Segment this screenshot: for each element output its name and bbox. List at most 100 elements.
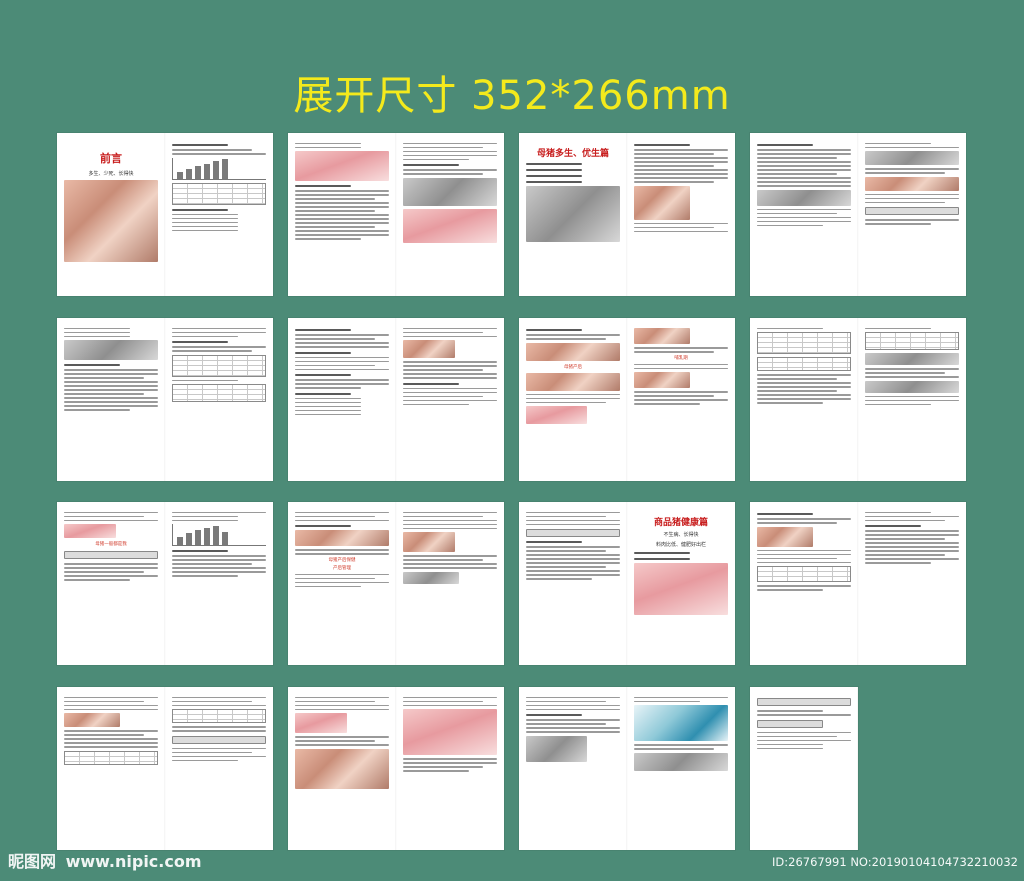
page-left xyxy=(519,502,627,665)
table-image xyxy=(757,566,851,582)
photo-strip xyxy=(865,151,959,165)
page-right xyxy=(396,318,504,481)
page-right xyxy=(858,502,966,665)
photo-strip xyxy=(865,353,959,365)
photo xyxy=(403,571,460,584)
spread-1[interactable]: 前言 多生、少死、长得快 xyxy=(57,133,273,296)
page-right xyxy=(165,502,273,665)
piglet-photo xyxy=(403,208,497,243)
page-left xyxy=(750,133,858,296)
page-left: 母猪产后 xyxy=(519,318,627,481)
page-single xyxy=(750,687,858,850)
photo-strip xyxy=(526,372,620,391)
flow-diagram xyxy=(526,529,620,537)
hog-section-title: 商品猪健康篇 xyxy=(653,518,708,528)
page-left xyxy=(750,502,858,665)
photo xyxy=(526,406,588,424)
page-text xyxy=(165,133,273,296)
page-right: 哺乳期 xyxy=(627,318,735,481)
photo xyxy=(634,752,728,771)
pig-photo xyxy=(64,180,158,262)
table-image xyxy=(757,357,851,371)
preface-title: 前言 xyxy=(100,152,122,165)
page-right xyxy=(165,687,273,850)
label-a: 母猪产后保健 xyxy=(328,558,356,563)
piglet-photo xyxy=(403,177,497,206)
spread-4[interactable] xyxy=(750,133,966,296)
spread-16[interactable] xyxy=(750,687,858,850)
table-image xyxy=(172,354,266,377)
photo-strip xyxy=(64,340,158,360)
page-cover-preface: 前言 多生、少死、长得快 xyxy=(57,133,165,296)
pig-photo xyxy=(295,151,389,181)
label-a: 母猪产后 xyxy=(564,364,582,370)
photo xyxy=(634,372,691,388)
page-right xyxy=(627,133,735,296)
page-left xyxy=(57,687,165,850)
watermark-url: www.nipic.com xyxy=(65,852,202,871)
photo-strip xyxy=(865,380,959,393)
photo xyxy=(757,526,814,547)
sow-photo xyxy=(526,186,620,242)
spread-12[interactable] xyxy=(750,502,966,665)
spread-3[interactable]: 母猪多生、优生篇 xyxy=(519,133,735,296)
page-right xyxy=(627,687,735,850)
flow-diagram xyxy=(757,719,823,728)
spread-13[interactable] xyxy=(57,687,273,850)
table-image xyxy=(172,384,266,402)
watermark-logo: 昵图网 www.nipic.com xyxy=(8,848,202,876)
table-image xyxy=(865,332,959,350)
page-left: 母猪一般都是我 xyxy=(57,502,165,665)
flow-diagram xyxy=(64,551,158,559)
page-right xyxy=(165,318,273,481)
spread-2[interactable] xyxy=(288,133,504,296)
photo xyxy=(403,532,455,552)
spread-7[interactable]: 母猪产后 哺乳期 xyxy=(519,318,735,481)
photo-strip xyxy=(295,530,389,546)
page-right xyxy=(858,133,966,296)
table-image xyxy=(64,750,158,765)
page-right xyxy=(396,133,504,296)
product-image xyxy=(634,705,728,741)
spread-5[interactable] xyxy=(57,318,273,481)
photo xyxy=(64,713,121,727)
pig-pen-photo xyxy=(295,748,389,789)
hog-subtitle-2: 料肉比低、健肥好出栏 xyxy=(655,542,706,548)
photo xyxy=(634,328,691,344)
page-right xyxy=(396,502,504,665)
cartoon-image xyxy=(64,524,116,538)
spread-10[interactable]: 母猪产后保健 产后管理 xyxy=(288,502,504,665)
watermark-logo-text: 昵图网 xyxy=(8,852,57,871)
page-left xyxy=(750,318,858,481)
table-image xyxy=(757,332,851,354)
page-left xyxy=(288,687,396,850)
photo xyxy=(295,713,347,733)
label-b: 哺乳期 xyxy=(674,356,688,361)
sow-section-title: 母猪多生、优生篇 xyxy=(536,149,609,159)
page-left xyxy=(288,318,396,481)
spread-8[interactable] xyxy=(750,318,966,481)
piglet-photo xyxy=(634,185,691,220)
photo-strip xyxy=(526,342,620,361)
cartoon-caption: 母猪一般都是我 xyxy=(95,542,127,547)
flow-diagram xyxy=(172,735,266,744)
spread-15[interactable] xyxy=(519,687,735,850)
label-b: 产后管理 xyxy=(333,566,351,571)
page-right xyxy=(858,318,966,481)
bar-chart-image xyxy=(172,157,266,180)
bar-chart-image xyxy=(172,524,266,546)
hog-photo xyxy=(634,563,728,615)
photo-strip xyxy=(865,176,959,191)
hog-subtitle: 不生病、长得快 xyxy=(663,532,699,538)
spread-9[interactable]: 母猪一般都是我 xyxy=(57,502,273,665)
spread-14[interactable] xyxy=(288,687,504,850)
pigs-photo xyxy=(403,709,497,755)
table-image xyxy=(172,182,266,205)
page-left xyxy=(288,133,396,296)
spread-6[interactable] xyxy=(288,318,504,481)
page-left xyxy=(519,687,627,850)
page-cover-sow: 母猪多生、优生篇 xyxy=(519,133,627,296)
page-left xyxy=(57,318,165,481)
spread-11[interactable]: 商品猪健康篇 不生病、长得快 料肉比低、健肥好出栏 xyxy=(519,502,735,665)
pigs-photo xyxy=(526,735,588,762)
